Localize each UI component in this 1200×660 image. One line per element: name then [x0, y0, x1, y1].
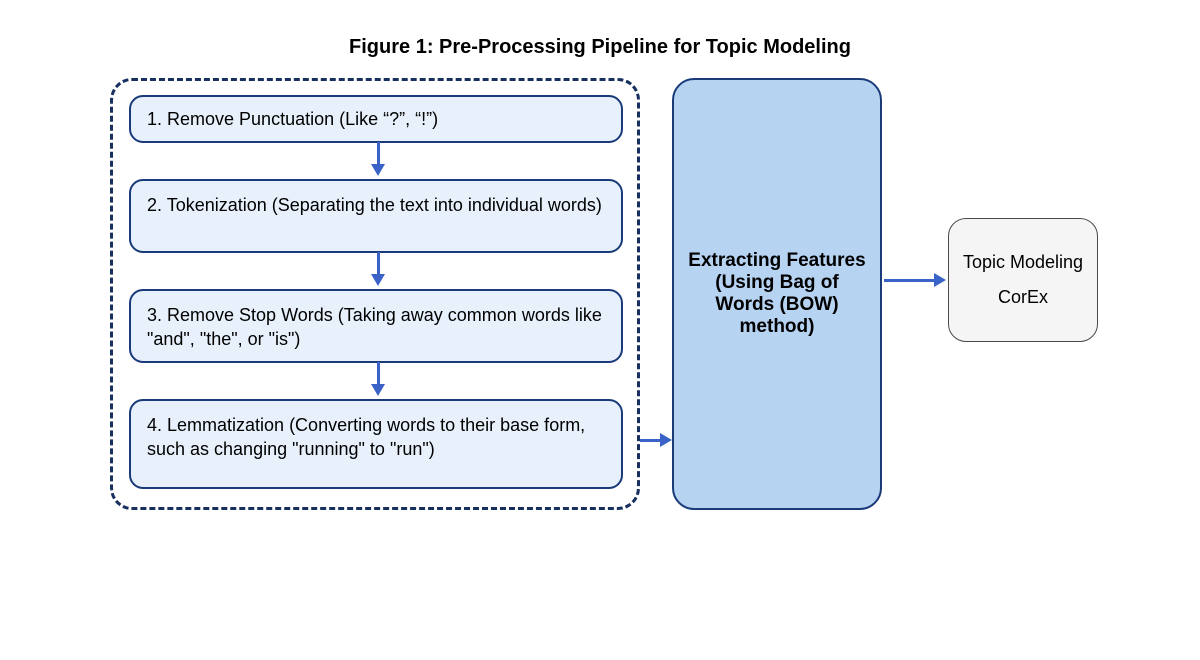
topic-modeling-method: CorEx	[998, 287, 1048, 308]
topic-modeling-box: Topic Modeling CorEx	[948, 218, 1098, 342]
step-label: 1. Remove Punctuation (Like “?”, “!”)	[147, 109, 438, 129]
step-label: 3. Remove Stop Words (Taking away common…	[147, 305, 602, 349]
preprocessing-group-box: 1. Remove Punctuation (Like “?”, “!”) 2.…	[110, 78, 640, 510]
step-lemmatization: 4. Lemmatization (Converting words to th…	[129, 399, 623, 489]
diagram-canvas: Figure 1: Pre-Processing Pipeline for To…	[0, 0, 1200, 660]
feature-extraction-box: Extracting Features (Using Bag of Words …	[672, 78, 882, 510]
step-remove-punctuation: 1. Remove Punctuation (Like “?”, “!”)	[129, 95, 623, 143]
feature-extraction-label: Extracting Features (Using Bag of Words …	[688, 250, 865, 337]
topic-modeling-label: Topic Modeling	[963, 252, 1083, 273]
step-label: 2. Tokenization (Separating the text int…	[147, 195, 602, 215]
step-label: 4. Lemmatization (Converting words to th…	[147, 415, 585, 459]
figure-title: Figure 1: Pre-Processing Pipeline for To…	[0, 36, 1200, 59]
step-tokenization: 2. Tokenization (Separating the text int…	[129, 179, 623, 253]
step-remove-stop-words: 3. Remove Stop Words (Taking away common…	[129, 289, 623, 363]
